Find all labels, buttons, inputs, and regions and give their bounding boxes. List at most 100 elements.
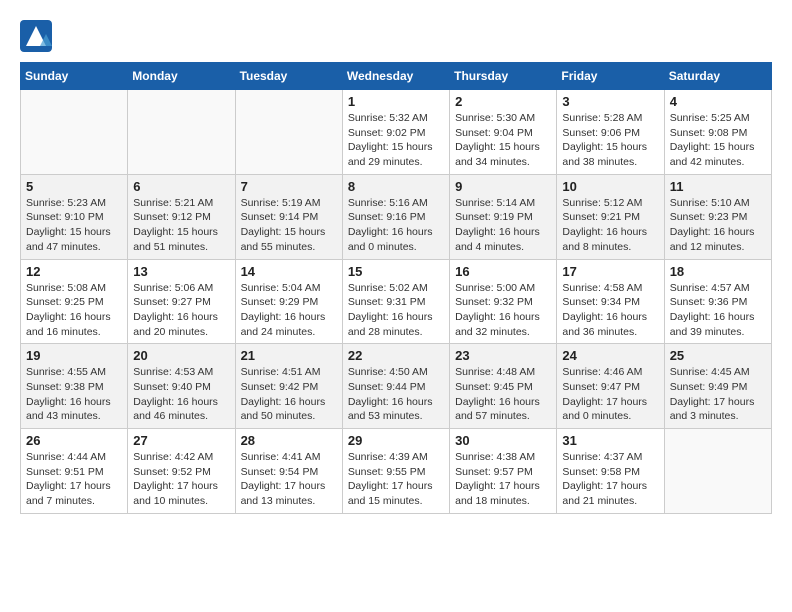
day-header: Sunday xyxy=(21,63,128,90)
calendar-table: SundayMondayTuesdayWednesdayThursdayFrid… xyxy=(20,62,772,514)
day-number: 11 xyxy=(670,179,766,194)
calendar-day-cell: 11 Sunrise: 5:10 AMSunset: 9:23 PMDayligh… xyxy=(664,174,771,259)
calendar-week-row: 12Sunrise: 5:08 AMSunset: 9:25 PMDayligh… xyxy=(21,259,772,344)
calendar-day-cell: 27 Sunrise: 4:42 AMSunset: 9:52 PMDayligh… xyxy=(128,429,235,514)
logo-icon xyxy=(20,20,52,52)
day-info: Sunrise: 4:41 AMSunset: 9:54 PMDaylight:… xyxy=(241,450,337,509)
day-header: Friday xyxy=(557,63,664,90)
day-number: 31 xyxy=(562,433,658,448)
calendar-day-cell: 26 Sunrise: 4:44 AMSunset: 9:51 PMDayligh… xyxy=(21,429,128,514)
calendar-day-cell: 18Sunrise: 4:57 AMSunset: 9:36 PMDayligh… xyxy=(664,259,771,344)
day-header: Monday xyxy=(128,63,235,90)
logo xyxy=(20,20,54,52)
calendar-day-cell: 9Sunrise: 5:14 AMSunset: 9:19 PMDaylight… xyxy=(450,174,557,259)
day-info: Sunrise: 4:38 AMSunset: 9:57 PMDaylight:… xyxy=(455,450,551,509)
day-info: Sunrise: 5:04 AMSunset: 9:29 PMDaylight:… xyxy=(241,281,337,340)
calendar-day-cell: 1 Sunrise: 5:32 AMSunset: 9:02 PMDaylight… xyxy=(342,90,449,175)
day-number: 20 xyxy=(133,348,229,363)
day-info: Sunrise: 5:00 AMSunset: 9:32 PMDaylight:… xyxy=(455,281,551,340)
day-info: Sunrise: 4:45 AMSunset: 9:49 PMDaylight:… xyxy=(670,365,766,424)
day-header: Saturday xyxy=(664,63,771,90)
day-number: 25 xyxy=(670,348,766,363)
calendar-day-cell: 21 Sunrise: 4:51 AMSunset: 9:42 PMDayligh… xyxy=(235,344,342,429)
day-number: 17 xyxy=(562,264,658,279)
day-number: 22 xyxy=(348,348,444,363)
day-info: Sunrise: 4:42 AMSunset: 9:52 PMDaylight:… xyxy=(133,450,229,509)
calendar-day-cell: 4 Sunrise: 5:25 AMSunset: 9:08 PMDaylight… xyxy=(664,90,771,175)
day-number: 2 xyxy=(455,94,551,109)
calendar-week-row: 5Sunrise: 5:23 AMSunset: 9:10 PMDaylight… xyxy=(21,174,772,259)
calendar-day-cell: 20 Sunrise: 4:53 AMSunset: 9:40 PMDayligh… xyxy=(128,344,235,429)
day-number: 18 xyxy=(670,264,766,279)
calendar-day-cell: 12Sunrise: 5:08 AMSunset: 9:25 PMDayligh… xyxy=(21,259,128,344)
day-info: Sunrise: 4:39 AMSunset: 9:55 PMDaylight:… xyxy=(348,450,444,509)
day-number: 15 xyxy=(348,264,444,279)
day-header: Tuesday xyxy=(235,63,342,90)
calendar-day-cell: 22 Sunrise: 4:50 AMSunset: 9:44 PMDayligh… xyxy=(342,344,449,429)
day-info: Sunrise: 4:55 AMSunset: 9:38 PMDaylight:… xyxy=(26,365,122,424)
day-number: 21 xyxy=(241,348,337,363)
day-number: 13 xyxy=(133,264,229,279)
calendar-day-cell xyxy=(128,90,235,175)
day-info: Sunrise: 4:37 AMSunset: 9:58 PMDaylight:… xyxy=(562,450,658,509)
page-header xyxy=(20,20,772,52)
day-number: 8 xyxy=(348,179,444,194)
day-number: 19 xyxy=(26,348,122,363)
calendar-day-cell: 8 Sunrise: 5:16 AMSunset: 9:16 PMDaylight… xyxy=(342,174,449,259)
day-info: Sunrise: 5:08 AMSunset: 9:25 PMDaylight:… xyxy=(26,281,122,340)
day-info: Sunrise: 5:10 AMSunset: 9:23 PMDaylight:… xyxy=(670,196,766,255)
day-info: Sunrise: 5:32 AMSunset: 9:02 PMDaylight:… xyxy=(348,111,444,170)
day-info: Sunrise: 4:50 AMSunset: 9:44 PMDaylight:… xyxy=(348,365,444,424)
day-info: Sunrise: 5:19 AMSunset: 9:14 PMDaylight:… xyxy=(241,196,337,255)
calendar-day-cell: 31 Sunrise: 4:37 AMSunset: 9:58 PMDayligh… xyxy=(557,429,664,514)
day-info: Sunrise: 4:53 AMSunset: 9:40 PMDaylight:… xyxy=(133,365,229,424)
day-info: Sunrise: 4:51 AMSunset: 9:42 PMDaylight:… xyxy=(241,365,337,424)
day-number: 28 xyxy=(241,433,337,448)
calendar-day-cell: 19 Sunrise: 4:55 AMSunset: 9:38 PMDayligh… xyxy=(21,344,128,429)
calendar-day-cell: 24 Sunrise: 4:46 AMSunset: 9:47 PMDayligh… xyxy=(557,344,664,429)
day-number: 14 xyxy=(241,264,337,279)
day-number: 4 xyxy=(670,94,766,109)
day-number: 27 xyxy=(133,433,229,448)
calendar-day-cell: 17 Sunrise: 4:58 AMSunset: 9:34 PMDayligh… xyxy=(557,259,664,344)
day-number: 26 xyxy=(26,433,122,448)
day-number: 23 xyxy=(455,348,551,363)
day-info: Sunrise: 4:58 AMSunset: 9:34 PMDaylight:… xyxy=(562,281,658,340)
day-number: 1 xyxy=(348,94,444,109)
day-header: Wednesday xyxy=(342,63,449,90)
calendar-week-row: 26 Sunrise: 4:44 AMSunset: 9:51 PMDayligh… xyxy=(21,429,772,514)
calendar-week-row: 19 Sunrise: 4:55 AMSunset: 9:38 PMDayligh… xyxy=(21,344,772,429)
day-info: Sunrise: 5:21 AMSunset: 9:12 PMDaylight:… xyxy=(133,196,229,255)
day-header: Thursday xyxy=(450,63,557,90)
day-number: 3 xyxy=(562,94,658,109)
day-info: Sunrise: 5:16 AMSunset: 9:16 PMDaylight:… xyxy=(348,196,444,255)
calendar-day-cell: 30Sunrise: 4:38 AMSunset: 9:57 PMDayligh… xyxy=(450,429,557,514)
day-number: 29 xyxy=(348,433,444,448)
day-info: Sunrise: 5:30 AMSunset: 9:04 PMDaylight:… xyxy=(455,111,551,170)
calendar-day-cell: 5Sunrise: 5:23 AMSunset: 9:10 PMDaylight… xyxy=(21,174,128,259)
day-info: Sunrise: 5:23 AMSunset: 9:10 PMDaylight:… xyxy=(26,196,122,255)
calendar-day-cell: 10Sunrise: 5:12 AMSunset: 9:21 PMDayligh… xyxy=(557,174,664,259)
calendar-day-cell: 16Sunrise: 5:00 AMSunset: 9:32 PMDayligh… xyxy=(450,259,557,344)
day-number: 6 xyxy=(133,179,229,194)
calendar-day-cell: 23 Sunrise: 4:48 AMSunset: 9:45 PMDayligh… xyxy=(450,344,557,429)
day-info: Sunrise: 5:06 AMSunset: 9:27 PMDaylight:… xyxy=(133,281,229,340)
calendar-day-cell xyxy=(21,90,128,175)
calendar-day-cell: 14 Sunrise: 5:04 AMSunset: 9:29 PMDayligh… xyxy=(235,259,342,344)
calendar-day-cell: 13 Sunrise: 5:06 AMSunset: 9:27 PMDayligh… xyxy=(128,259,235,344)
calendar-day-cell xyxy=(235,90,342,175)
day-info: Sunrise: 4:46 AMSunset: 9:47 PMDaylight:… xyxy=(562,365,658,424)
day-number: 24 xyxy=(562,348,658,363)
day-number: 7 xyxy=(241,179,337,194)
calendar-day-cell: 2 Sunrise: 5:30 AMSunset: 9:04 PMDaylight… xyxy=(450,90,557,175)
calendar-day-cell: 25 Sunrise: 4:45 AMSunset: 9:49 PMDayligh… xyxy=(664,344,771,429)
day-info: Sunrise: 4:44 AMSunset: 9:51 PMDaylight:… xyxy=(26,450,122,509)
calendar-day-cell: 7 Sunrise: 5:19 AMSunset: 9:14 PMDaylight… xyxy=(235,174,342,259)
day-info: Sunrise: 5:25 AMSunset: 9:08 PMDaylight:… xyxy=(670,111,766,170)
calendar-day-cell: 29 Sunrise: 4:39 AMSunset: 9:55 PMDayligh… xyxy=(342,429,449,514)
calendar-header-row: SundayMondayTuesdayWednesdayThursdayFrid… xyxy=(21,63,772,90)
calendar-day-cell: 3Sunrise: 5:28 AMSunset: 9:06 PMDaylight… xyxy=(557,90,664,175)
day-info: Sunrise: 4:48 AMSunset: 9:45 PMDaylight:… xyxy=(455,365,551,424)
calendar-day-cell: 28 Sunrise: 4:41 AMSunset: 9:54 PMDayligh… xyxy=(235,429,342,514)
day-info: Sunrise: 5:14 AMSunset: 9:19 PMDaylight:… xyxy=(455,196,551,255)
